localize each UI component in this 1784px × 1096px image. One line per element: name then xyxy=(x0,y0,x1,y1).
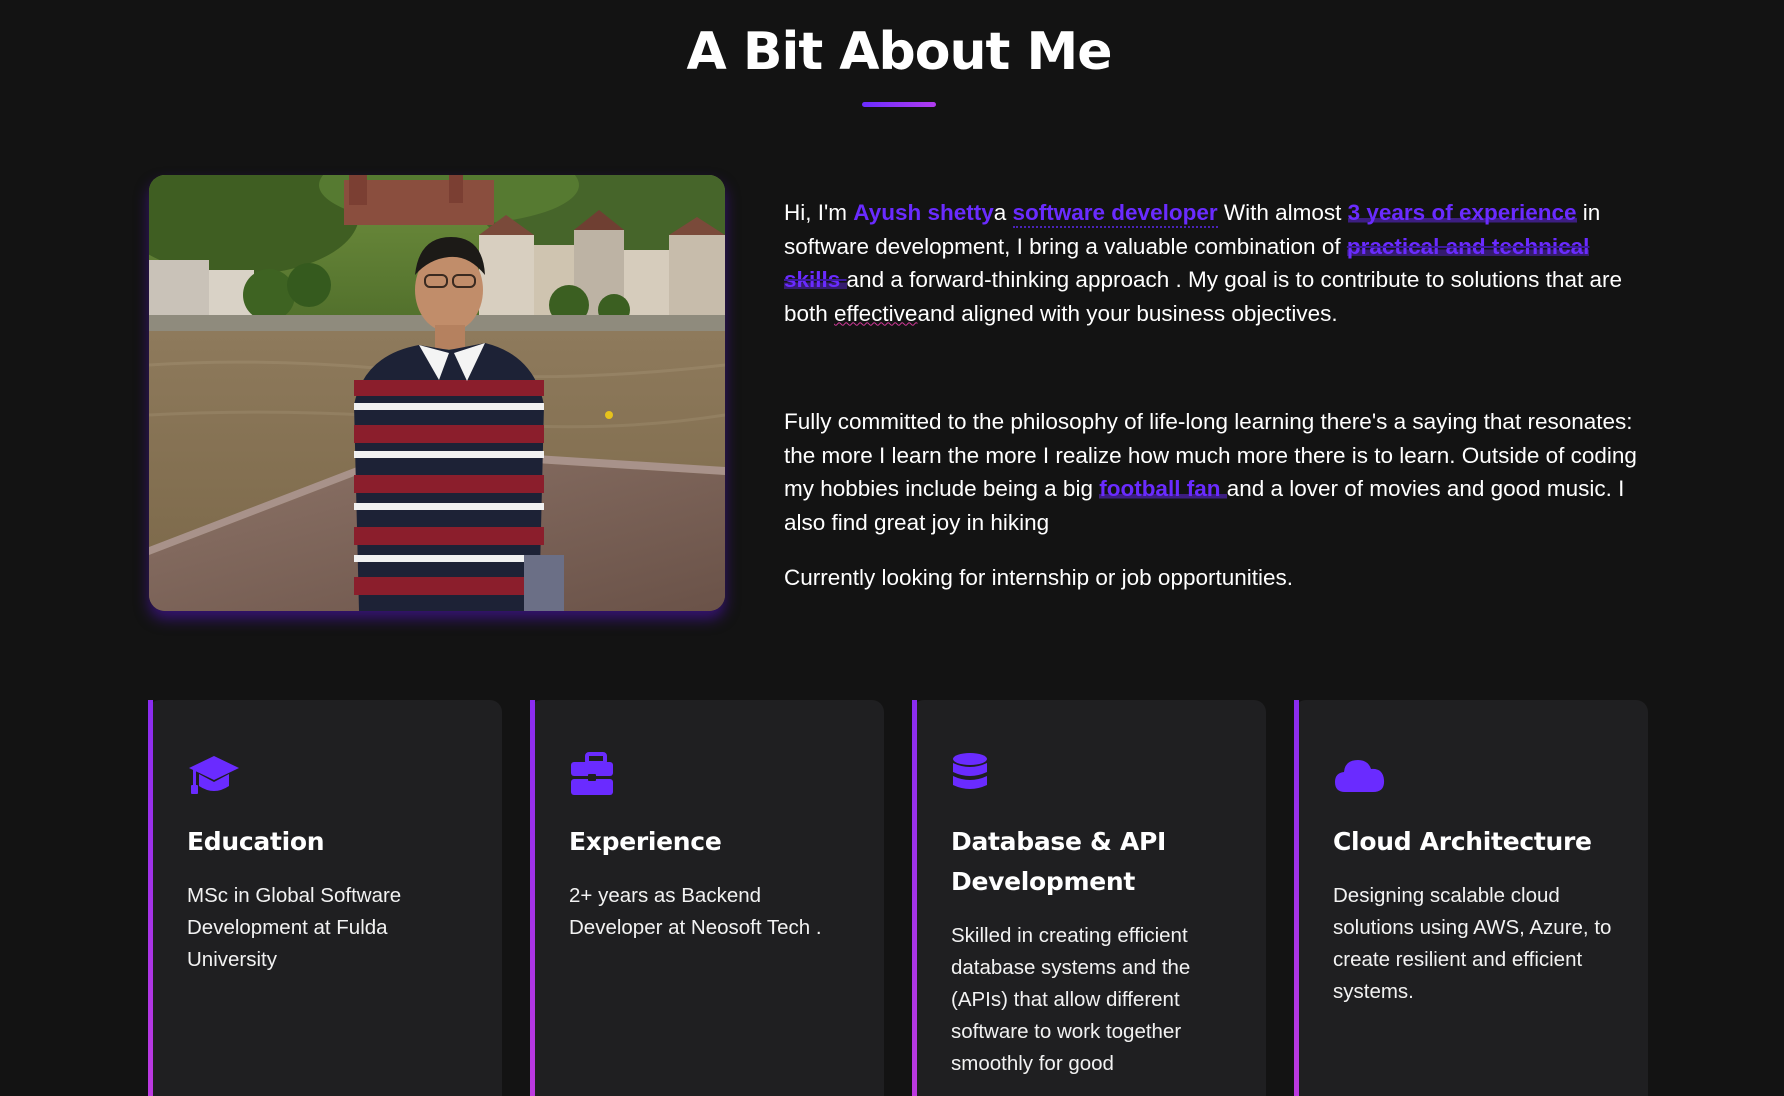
card-experience: Experience 2+ years as Backend Developer… xyxy=(530,700,884,1096)
about-page: A Bit About Me Hi, I'm Ayush shettya sof… xyxy=(0,0,1784,1096)
cloud-icon xyxy=(1335,760,1385,792)
card-title: Education xyxy=(187,827,325,856)
database-icon xyxy=(953,753,987,789)
section-title: A Bit About Me xyxy=(686,22,1113,82)
graduation-cap-icon xyxy=(189,756,239,794)
card-text: MSc in Global Software Development at Fu… xyxy=(187,884,402,971)
bio-text-segment: a xyxy=(993,200,1013,225)
card-text: 2+ years as Backend Developer at Neosoft… xyxy=(569,884,822,939)
bio-paragraph-hobbies: Fully committed to the philosophy of lif… xyxy=(784,405,1644,539)
bio-text: Hi, I'm Ayush shettya software developer… xyxy=(784,196,1644,595)
card-database-api: Database & API Development Skilled in cr… xyxy=(912,700,1266,1096)
bio-text-segment: and aligned with your business objective… xyxy=(917,300,1338,326)
name-highlight: Ayush shetty xyxy=(853,200,994,225)
card-title: Database & API Development xyxy=(951,827,1167,896)
bio-paragraph-status: Currently looking for internship or job … xyxy=(784,565,1294,590)
briefcase-icon xyxy=(571,752,613,795)
profile-photo xyxy=(149,175,725,611)
title-underline xyxy=(862,102,936,107)
experience-highlight: 3 years of experience xyxy=(1347,200,1577,225)
role-highlight: software developer xyxy=(1012,200,1218,228)
bio-paragraph-intro: Hi, I'm Ayush shettya software developer… xyxy=(784,196,1644,330)
hobby-highlight: football fan xyxy=(1099,476,1227,501)
bio-text-segment: With almost xyxy=(1217,200,1348,225)
card-text: Skilled in creating efficient database s… xyxy=(951,924,1191,1075)
effective-word: effective xyxy=(834,300,918,326)
card-text: Designing scalable cloud solutions using… xyxy=(1333,884,1612,1003)
card-title: Cloud Architecture xyxy=(1333,827,1592,856)
card-cloud-architecture: Cloud Architecture Designing scalable cl… xyxy=(1294,700,1648,1096)
card-education: Education MSc in Global Software Develop… xyxy=(148,700,502,1096)
card-title: Experience xyxy=(569,827,722,856)
skills-cards: Education MSc in Global Software Develop… xyxy=(148,700,1648,1096)
bio-text-segment: Hi, I'm xyxy=(784,200,854,225)
